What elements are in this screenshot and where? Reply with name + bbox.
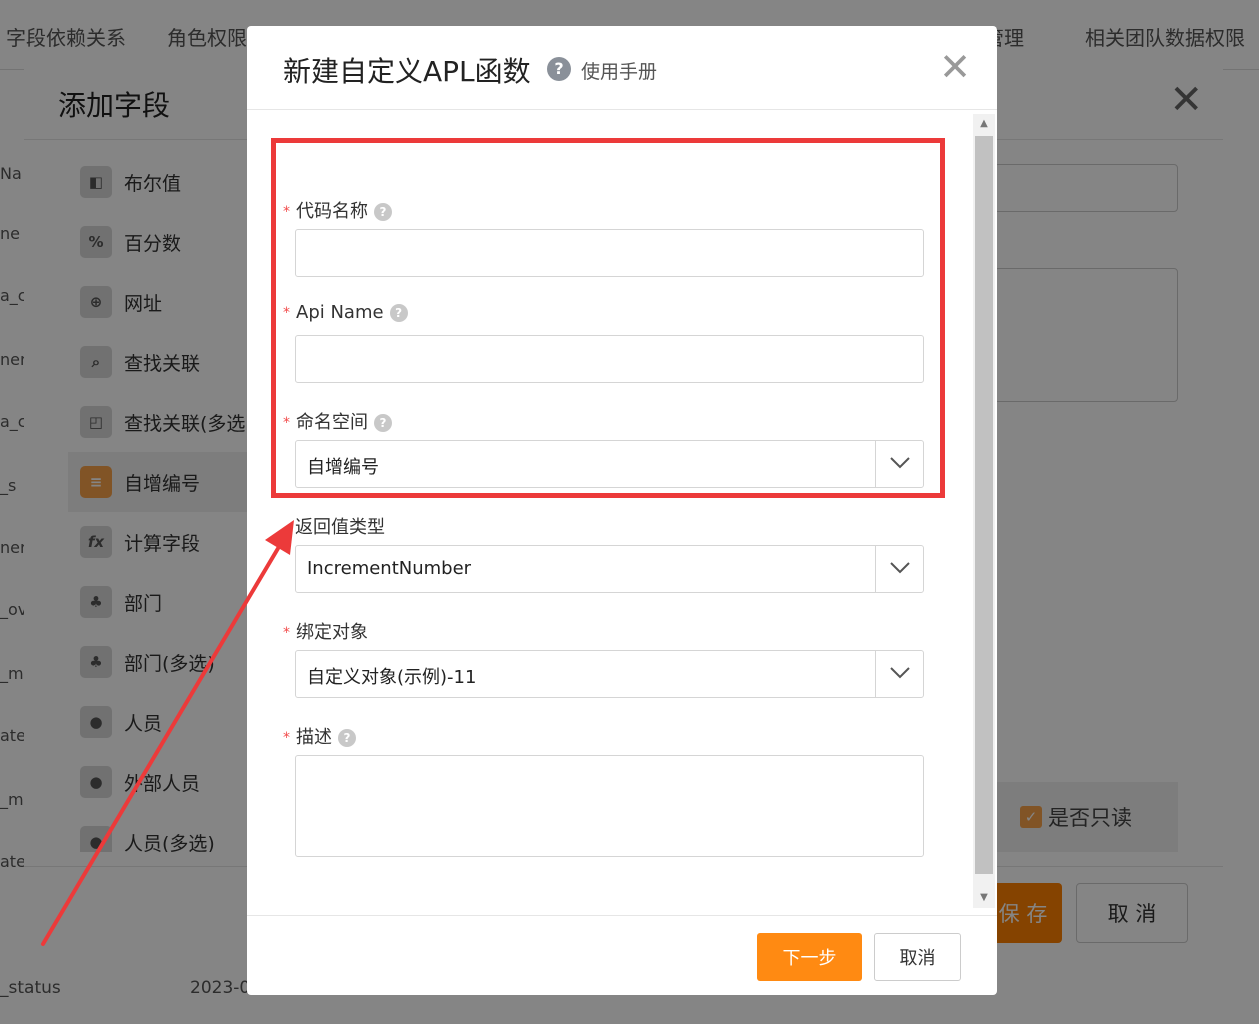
question-icon[interactable]: ? [374, 414, 392, 432]
return-type-label: 返回值类型 [295, 517, 385, 538]
namespace-label: * 命名空间? [283, 408, 392, 434]
required-marker: * [283, 415, 290, 431]
api-name-label-text: Api Name [296, 302, 384, 323]
dialog-title: 新建自定义APL函数 [283, 55, 531, 88]
dialog-footer: 下一步 取消 [247, 915, 997, 995]
bind-object-label-text: 绑定对象 [296, 622, 368, 643]
code-name-input[interactable] [295, 229, 924, 277]
return-type-select[interactable]: IncrementNumber [295, 545, 924, 593]
scrollbar-thumb[interactable] [975, 136, 993, 874]
required-marker: * [283, 730, 290, 746]
api-name-input[interactable] [295, 335, 924, 383]
required-marker: * [283, 204, 290, 220]
api-name-label: * Api Name? [283, 302, 408, 323]
namespace-label-text: 命名空间 [296, 412, 368, 433]
bind-object-select[interactable]: 自定义对象(示例)-11 [295, 650, 924, 698]
new-apl-function-dialog: 新建自定义APL函数 ? 使用手册 ✕ * 代码名称? * Api Name? * 命… [247, 26, 997, 995]
dialog-header: 新建自定义APL函数 ? 使用手册 ✕ [247, 26, 997, 110]
namespace-select[interactable]: 自增编号 [295, 440, 924, 488]
return-type-value: IncrementNumber [307, 558, 472, 579]
chevron-down-icon[interactable] [875, 441, 923, 487]
help-icon[interactable]: ? [547, 57, 571, 81]
dialog-body: * 代码名称? * Api Name? * 命名空间? 自增编号 返回值类型 Incr… [247, 111, 997, 915]
required-marker: * [283, 625, 290, 641]
close-icon[interactable]: ✕ [939, 48, 971, 86]
chevron-down-icon[interactable] [875, 651, 923, 697]
bind-object-value: 自定义对象(示例)-11 [307, 667, 477, 688]
question-icon[interactable]: ? [374, 203, 392, 221]
question-icon[interactable]: ? [389, 304, 408, 322]
required-marker: * [283, 305, 290, 321]
description-label-text: 描述 [296, 727, 332, 748]
description-textarea[interactable] [295, 755, 924, 857]
code-name-label: * 代码名称? [283, 197, 392, 223]
next-step-button[interactable]: 下一步 [757, 933, 862, 981]
question-icon[interactable]: ? [338, 729, 356, 747]
cancel-button[interactable]: 取消 [874, 933, 961, 981]
namespace-value: 自增编号 [307, 457, 379, 478]
description-label: * 描述? [283, 723, 356, 749]
bind-object-label: * 绑定对象 [283, 618, 368, 644]
dialog-scrollbar[interactable]: ▲ ▼ [973, 114, 995, 908]
scroll-up-icon[interactable]: ▲ [973, 114, 995, 134]
code-name-label-text: 代码名称 [296, 201, 368, 222]
chevron-down-icon[interactable] [875, 546, 923, 592]
user-manual-link[interactable]: 使用手册 [581, 57, 657, 84]
scroll-down-icon[interactable]: ▼ [973, 888, 995, 908]
